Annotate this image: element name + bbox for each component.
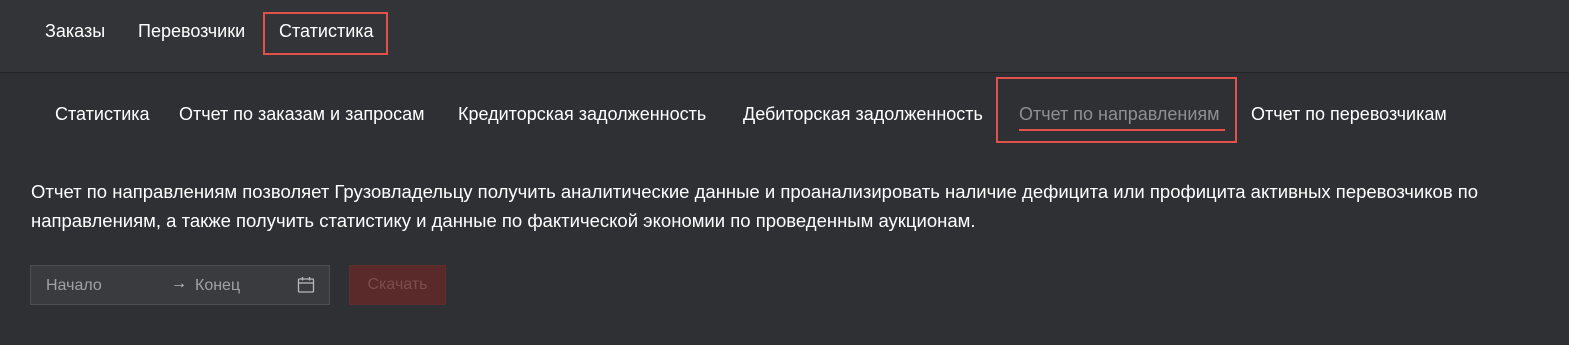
active-subnav-highlight [996, 77, 1237, 143]
topnav-item-carriers[interactable]: Перевозчики [138, 20, 245, 42]
top-navigation: Заказы Перевозчики Статистика [0, 0, 1569, 73]
download-button[interactable]: Скачать [349, 265, 446, 305]
date-range-picker[interactable]: → [30, 265, 330, 305]
subnav-item-accounts-receivable[interactable]: Дебиторская задолженность [743, 103, 983, 125]
range-separator-arrow: → [171, 275, 187, 292]
end-date-input[interactable] [195, 276, 295, 296]
start-date-input[interactable] [46, 276, 156, 296]
subnav-item-accounts-payable[interactable]: Кредиторская задолженность [458, 103, 706, 125]
subnav-item-statistics[interactable]: Статистика [55, 103, 150, 125]
topnav-item-orders[interactable]: Заказы [45, 20, 105, 42]
subnav-item-orders-requests-report[interactable]: Отчет по заказам и запросам [179, 103, 425, 125]
subnav-item-carriers-report[interactable]: Отчет по перевозчикам [1251, 103, 1447, 125]
report-description: Отчет по направлениям позволяет Грузовла… [31, 181, 1479, 231]
active-topnav-highlight [263, 12, 388, 55]
calendar-icon[interactable] [297, 276, 315, 294]
